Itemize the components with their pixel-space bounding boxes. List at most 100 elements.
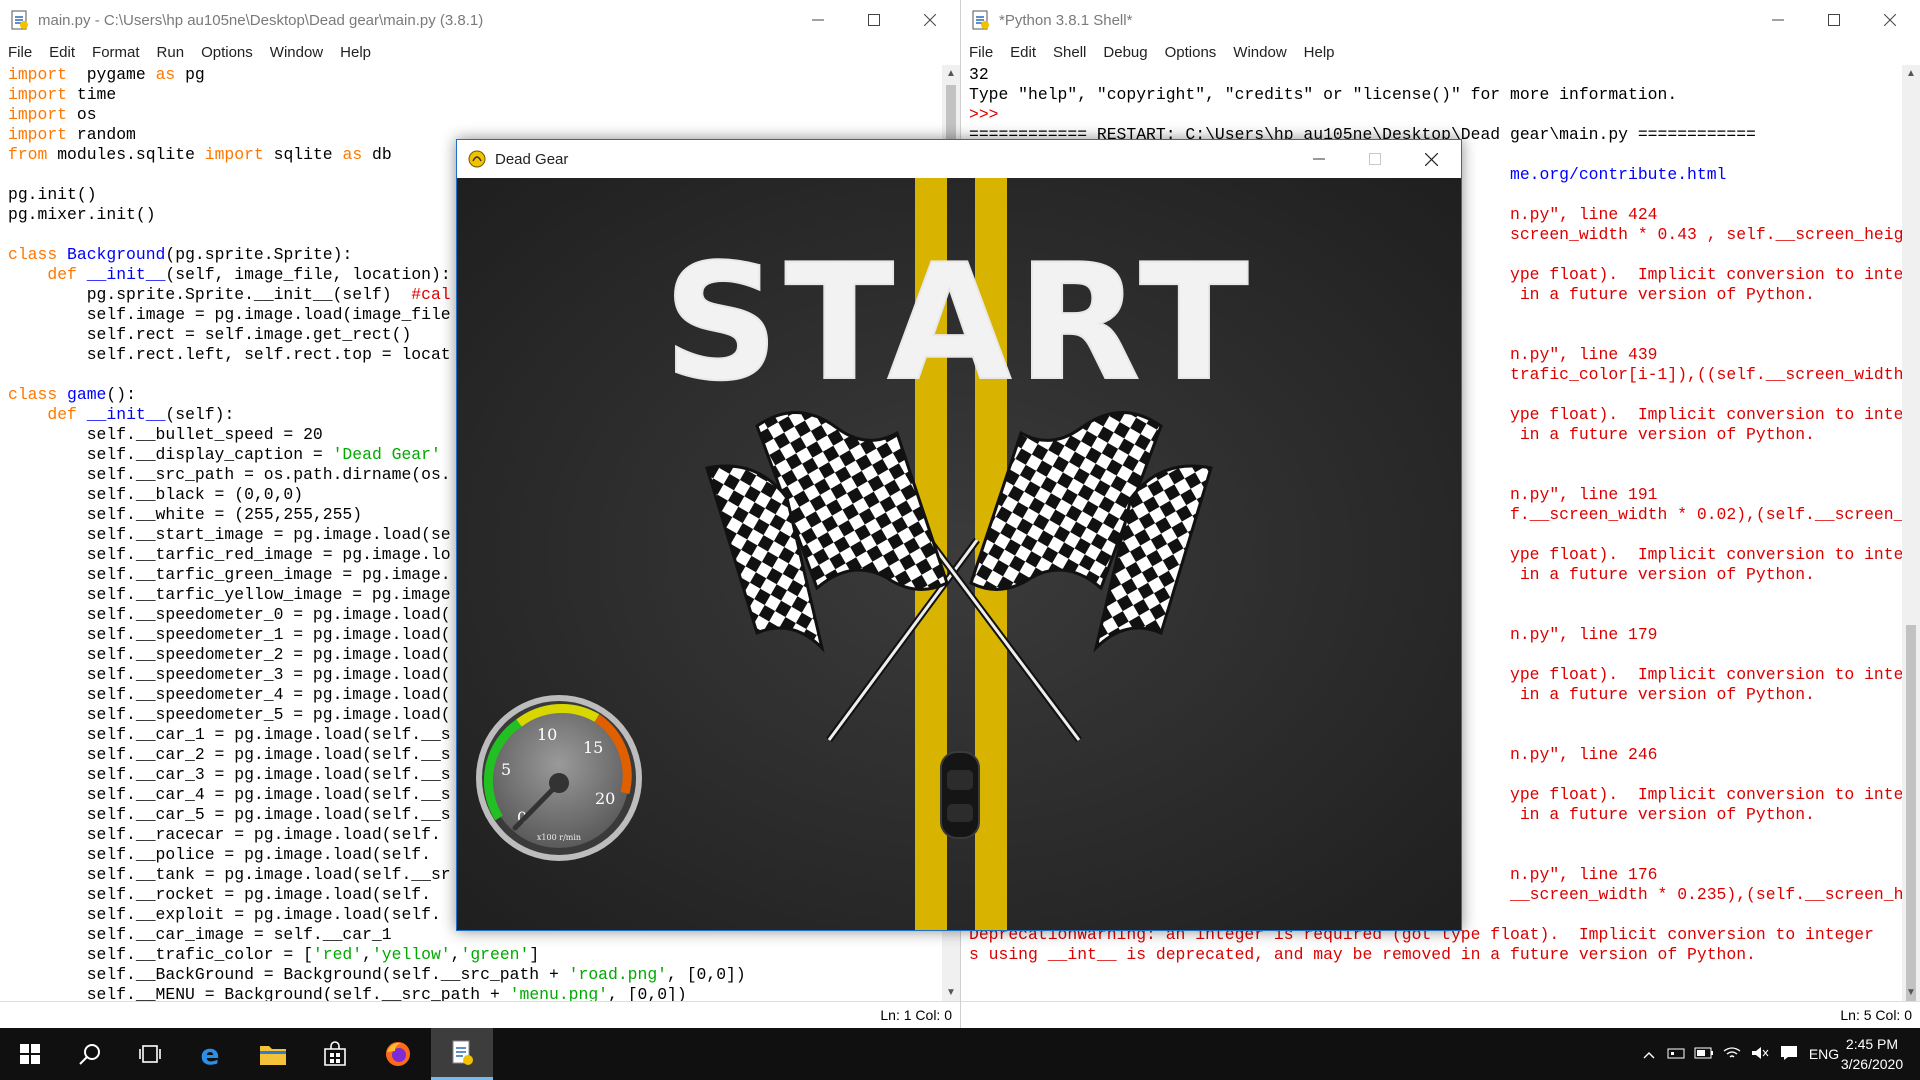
tray-wifi-icon[interactable] xyxy=(1718,1046,1746,1063)
shell-menu-edit[interactable]: Edit xyxy=(1002,44,1045,61)
start-button[interactable] xyxy=(0,1028,60,1080)
game-maximize-button[interactable] xyxy=(1347,140,1403,178)
svg-text:e: e xyxy=(201,1040,220,1068)
scroll-down-arrow-icon[interactable]: ▼ xyxy=(1902,984,1920,1002)
message-icon xyxy=(1781,1045,1797,1060)
search-icon xyxy=(79,1044,100,1065)
editor-menu-run[interactable]: Run xyxy=(149,44,194,61)
firefox-button[interactable] xyxy=(368,1028,428,1080)
shell-menu-file[interactable]: File xyxy=(961,44,1002,61)
code-line: self.__MENU = Background(self.__src_path… xyxy=(8,985,687,1002)
gauge-tick-10: 10 xyxy=(537,725,557,744)
scroll-up-arrow-icon[interactable]: ▲ xyxy=(942,65,960,83)
game-close-button[interactable] xyxy=(1403,140,1459,178)
game-minimize-button[interactable] xyxy=(1291,140,1347,178)
scroll-down-arrow-icon[interactable]: ▼ xyxy=(942,984,960,1002)
tray-chevron-up-icon[interactable] xyxy=(1636,1046,1662,1062)
python-shell-icon xyxy=(972,10,989,30)
task-view-icon xyxy=(139,1045,161,1063)
editor-cursor-position: Ln: 1 Col: 0 xyxy=(880,1007,952,1023)
game-titlebar[interactable]: Dead Gear xyxy=(457,140,1461,178)
pygame-icon xyxy=(468,150,486,168)
editor-minimize-button[interactable] xyxy=(790,0,846,40)
shell-line: >>> xyxy=(969,105,1009,124)
shell-line: Type "help", "copyright", "credits" or "… xyxy=(969,85,1678,104)
start-screen: START 5 10 15 20 x100 r/min xyxy=(457,178,1461,930)
firefox-icon xyxy=(386,1042,410,1066)
editor-menu-file[interactable]: File xyxy=(0,44,41,61)
battery-icon xyxy=(1694,1047,1713,1059)
scroll-up-arrow-icon[interactable]: ▲ xyxy=(1902,65,1920,83)
shell-minimize-button[interactable] xyxy=(1750,0,1806,40)
clock-date: 3/26/2020 xyxy=(1840,1056,1904,1072)
tray-volume-icon[interactable] xyxy=(1746,1046,1774,1063)
chevron-up-icon xyxy=(1643,1052,1655,1059)
taskbar: e ENG 2:45 PM 3/26/2020 xyxy=(0,1028,1920,1080)
file-explorer-button[interactable] xyxy=(243,1028,303,1080)
shell-line: 32 xyxy=(969,65,989,84)
code-line: import pygame as pg xyxy=(8,65,205,84)
minimize-icon xyxy=(1313,158,1325,160)
editor-maximize-button[interactable] xyxy=(846,0,902,40)
shell-title: *Python 3.8.1 Shell* xyxy=(999,11,1133,29)
tray-action-center-icon[interactable] xyxy=(1774,1045,1804,1064)
shell-close-button[interactable] xyxy=(1862,0,1918,40)
volume-muted-icon xyxy=(1752,1046,1769,1059)
task-view-button[interactable] xyxy=(120,1028,180,1080)
search-button[interactable] xyxy=(60,1028,120,1080)
edge-icon: e xyxy=(201,1040,220,1068)
shell-scroll-thumb[interactable] xyxy=(1906,625,1916,1023)
editor-menubar: File Edit Format Run Options Window Help xyxy=(0,40,960,65)
editor-menu-edit[interactable]: Edit xyxy=(41,44,84,61)
gauge-tick-5: 5 xyxy=(501,760,511,779)
shell-menu-shell[interactable]: Shell xyxy=(1045,44,1095,61)
shell-maximize-button[interactable] xyxy=(1806,0,1862,40)
shell-menu-options[interactable]: Options xyxy=(1157,44,1226,61)
maximize-icon xyxy=(868,14,880,26)
editor-title: main.py - C:\Users\hp au105ne\Desktop\De… xyxy=(38,11,484,29)
code-line: import time xyxy=(8,85,117,104)
editor-menu-format[interactable]: Format xyxy=(84,44,149,61)
python-idle-icon xyxy=(452,1040,473,1065)
shell-menu-debug[interactable]: Debug xyxy=(1095,44,1156,61)
editor-menu-window[interactable]: Window xyxy=(262,44,332,61)
python-taskbar-button[interactable] xyxy=(431,1028,493,1080)
clock[interactable]: 2:45 PM 3/26/2020 xyxy=(1832,1034,1912,1074)
edge-button[interactable]: e xyxy=(180,1028,240,1080)
shell-menu-window[interactable]: Window xyxy=(1225,44,1295,61)
tray-battery-icon[interactable] xyxy=(1690,1046,1718,1062)
store-icon xyxy=(324,1041,346,1066)
clock-time: 2:45 PM xyxy=(1845,1036,1899,1052)
shell-cursor-position: Ln: 5 Col: 0 xyxy=(1840,1007,1912,1023)
code-line: self.__BackGround = Background(self.__sr… xyxy=(8,965,746,984)
windows-logo-icon xyxy=(20,1044,40,1064)
shell-scrollbar[interactable]: ▲ ▼ xyxy=(1902,65,1920,1023)
player-car-icon xyxy=(940,751,980,839)
system-tray: ENG xyxy=(1636,1028,1844,1080)
code-line: import os xyxy=(8,105,97,124)
shell-statusbar: Ln: 5 Col: 0 xyxy=(961,1001,1920,1028)
tray-network-adapter-icon[interactable] xyxy=(1662,1046,1690,1063)
maximize-icon xyxy=(1369,153,1381,165)
shell-menu-help[interactable]: Help xyxy=(1296,44,1344,61)
wifi-icon xyxy=(1723,1046,1741,1057)
minimize-icon xyxy=(812,19,824,21)
game-title: Dead Gear xyxy=(495,150,569,168)
folder-icon xyxy=(260,1046,286,1065)
editor-close-button[interactable] xyxy=(902,0,958,40)
close-icon xyxy=(1884,14,1896,26)
gauge-unit-label: x100 r/min xyxy=(537,833,581,842)
gauge-tick-20: 20 xyxy=(595,789,615,808)
game-window: Dead Gear START 5 10 15 20 x100 r/min xyxy=(456,139,1462,931)
editor-statusbar: Ln: 1 Col: 0 xyxy=(0,1001,960,1028)
game-canvas[interactable]: START 5 10 15 20 x100 r/min xyxy=(457,178,1461,930)
store-button[interactable] xyxy=(305,1028,365,1080)
maximize-icon xyxy=(1828,14,1840,26)
close-icon xyxy=(924,14,936,26)
code-line: self.__trafic_color = ['red','yellow','g… xyxy=(8,945,540,964)
start-text: START xyxy=(664,229,1255,416)
network-adapter-icon xyxy=(1667,1048,1685,1058)
editor-menu-options[interactable]: Options xyxy=(193,44,262,61)
editor-menu-help[interactable]: Help xyxy=(332,44,380,61)
shell-menubar: File Edit Shell Debug Options Window Help xyxy=(961,40,1920,65)
